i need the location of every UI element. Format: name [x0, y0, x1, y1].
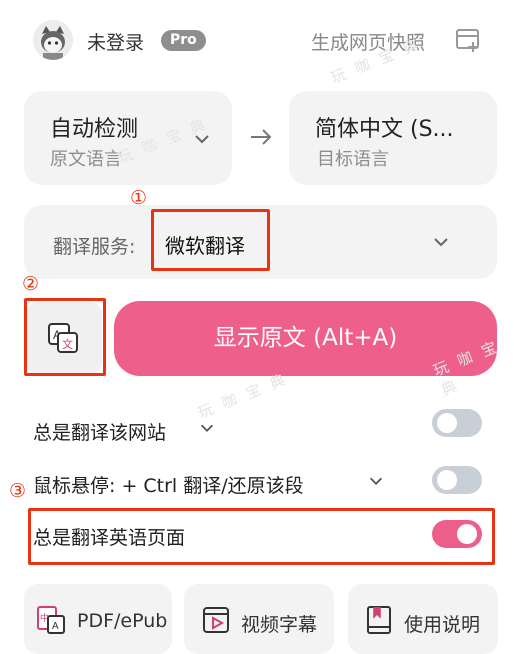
pdf-epub-button[interactable]: 中 A PDF/ePub [24, 584, 172, 654]
hover-translate-toggle[interactable] [432, 466, 482, 494]
pro-badge[interactable]: Pro [161, 30, 206, 51]
hover-translate-label[interactable]: 鼠标悬停: + Ctrl 翻译/还原该段 [33, 471, 304, 498]
chevron-down-icon[interactable] [367, 472, 385, 490]
always-translate-english-toggle[interactable] [432, 520, 482, 548]
translation-service-label: 翻译服务: [53, 236, 136, 258]
target-language-value: 简体中文 (S... [315, 117, 454, 142]
chevron-down-icon[interactable] [198, 419, 216, 437]
video-subtitle-icon [203, 607, 229, 633]
user-status[interactable]: 未登录 [87, 28, 144, 55]
annotation-marker-2: ② [22, 273, 40, 295]
watermark: 玩 咖 宝 典 [195, 369, 291, 423]
pdf-epub-label: PDF/ePub [77, 610, 168, 632]
snapshot-icon[interactable] [455, 27, 482, 54]
video-subtitle-label: 视频字幕 [241, 614, 318, 636]
source-language-select[interactable]: 自动检测 原文语言 [24, 91, 232, 185]
annotation-highlight-icon [24, 298, 106, 376]
avatar[interactable] [33, 20, 73, 60]
user-manual-label: 使用说明 [404, 614, 481, 636]
user-manual-button[interactable]: 使用说明 [348, 584, 498, 654]
pdf-translate-icon: 中 A [37, 606, 65, 634]
svg-text:A: A [52, 621, 59, 632]
always-translate-english-label[interactable]: 总是翻译英语页面 [33, 523, 185, 550]
always-translate-site-toggle[interactable] [432, 409, 482, 437]
source-language-caption: 原文语言 [50, 149, 122, 170]
source-language-value: 自动检测 [50, 117, 139, 142]
chevron-down-icon [434, 238, 448, 247]
video-subtitle-button[interactable]: 视频字幕 [184, 584, 334, 654]
always-translate-site-label[interactable]: 总是翻译该网站 [33, 418, 166, 445]
annotation-highlight-service [151, 209, 270, 271]
annotation-marker-3: ③ [9, 480, 27, 502]
target-language-caption: 目标语言 [317, 149, 389, 170]
target-language-select[interactable]: 简体中文 (S... 目标语言 [289, 91, 497, 185]
manual-book-icon [367, 606, 391, 634]
arrow-right-icon [251, 129, 272, 145]
